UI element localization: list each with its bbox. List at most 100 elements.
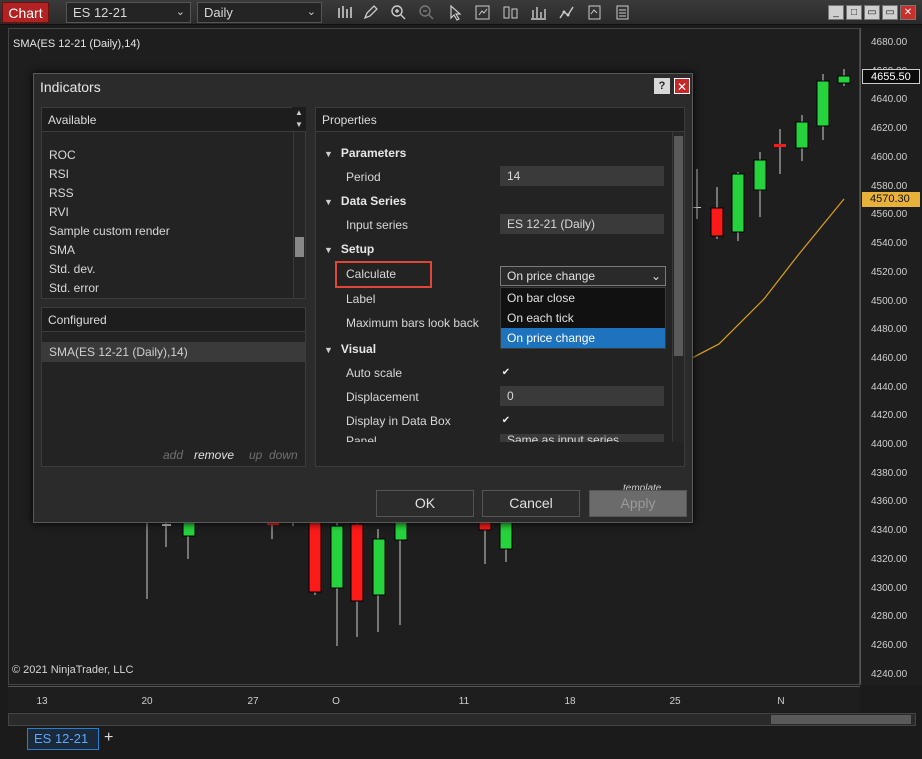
close-dialog-button[interactable]: ✕ bbox=[674, 78, 690, 94]
displacement-label: Displacement bbox=[346, 390, 419, 404]
period-input[interactable]: 14 bbox=[500, 166, 664, 186]
category-label: Setup bbox=[340, 242, 375, 256]
list-item[interactable]: Std. dev. bbox=[49, 262, 95, 276]
category-data-series[interactable]: ▼ Data Series bbox=[324, 194, 406, 208]
price-tick: 4440.00 bbox=[871, 382, 908, 393]
instrument-value: ES 12-21 bbox=[73, 5, 128, 20]
available-scrollbar[interactable] bbox=[293, 132, 305, 298]
drawing-tools-icon[interactable] bbox=[558, 4, 575, 21]
time-tick: 25 bbox=[669, 696, 681, 707]
scrollbar-thumb[interactable] bbox=[771, 715, 911, 724]
cancel-button[interactable]: Cancel bbox=[482, 490, 580, 517]
price-tick: 4520.00 bbox=[871, 267, 908, 278]
last-price-flag: 4655.50 bbox=[862, 69, 920, 84]
restore-button[interactable]: □ bbox=[846, 5, 862, 20]
time-tick: 18 bbox=[564, 696, 576, 707]
price-tick: 4280.00 bbox=[871, 611, 908, 622]
list-item[interactable]: Sample custom render bbox=[49, 224, 170, 238]
zoom-in-icon[interactable] bbox=[390, 4, 407, 21]
category-setup[interactable]: ▼ Setup bbox=[324, 242, 374, 256]
panel-row-clip: Panel Same as input series bbox=[316, 434, 672, 442]
price-tick: 4620.00 bbox=[871, 123, 908, 134]
indicators-icon[interactable] bbox=[502, 4, 519, 21]
calculate-dropdown[interactable]: On price change ⌄ bbox=[500, 266, 666, 286]
category-visual[interactable]: ▼ Visual bbox=[324, 342, 376, 356]
chart-menu-button[interactable]: Chart bbox=[2, 2, 49, 23]
configured-header: Configured bbox=[42, 308, 305, 332]
category-parameters[interactable]: ▼ Parameters bbox=[324, 146, 406, 160]
strategies-icon[interactable] bbox=[530, 4, 547, 21]
list-item[interactable]: Std. error bbox=[49, 281, 99, 295]
price-tick: 4640.00 bbox=[871, 94, 908, 105]
time-tick: 20 bbox=[141, 696, 153, 707]
price-tick: 4240.00 bbox=[871, 669, 908, 680]
maximize-button[interactable]: ▭ bbox=[864, 5, 880, 20]
up-link[interactable]: up bbox=[249, 448, 262, 462]
properties-header: Properties bbox=[316, 108, 684, 132]
display-data-box-checkbox[interactable]: ✔ bbox=[500, 415, 512, 427]
apply-button[interactable]: Apply bbox=[589, 490, 687, 517]
price-tick: 4360.00 bbox=[871, 496, 908, 507]
max-bars-label: Maximum bars look back bbox=[346, 316, 479, 330]
minimize-button[interactable]: _ bbox=[828, 5, 844, 20]
price-tick: 4680.00 bbox=[871, 37, 908, 48]
templates-icon[interactable] bbox=[614, 4, 631, 21]
option-on-bar-close[interactable]: On bar close bbox=[501, 288, 665, 308]
window-button[interactable]: ▭ bbox=[882, 5, 898, 20]
auto-scale-checkbox[interactable]: ✔ bbox=[500, 367, 512, 379]
category-label: Data Series bbox=[340, 194, 407, 208]
price-tick: 4560.00 bbox=[871, 209, 908, 220]
time-axis[interactable]: 13 20 27 O 11 18 25 N bbox=[8, 686, 860, 712]
option-on-each-tick[interactable]: On each tick bbox=[501, 308, 665, 328]
time-tick: 27 bbox=[247, 696, 259, 707]
zoom-out-icon[interactable] bbox=[418, 4, 435, 21]
list-item[interactable]: ROC bbox=[49, 148, 76, 162]
pencil-icon[interactable] bbox=[362, 4, 379, 21]
pointer-icon[interactable] bbox=[446, 4, 463, 21]
scrollbar-thumb[interactable] bbox=[295, 237, 304, 257]
list-item[interactable]: RSI bbox=[49, 167, 69, 181]
chart-horizontal-scrollbar[interactable] bbox=[8, 713, 916, 726]
chevron-down-icon: ⌄ bbox=[650, 269, 661, 283]
bar-chart-icon[interactable] bbox=[336, 4, 353, 21]
ok-button[interactable]: OK bbox=[376, 490, 474, 517]
price-axis[interactable]: 4680.00 4660.00 4640.00 4620.00 4600.00 … bbox=[860, 28, 922, 685]
price-tick: 4340.00 bbox=[871, 525, 908, 536]
add-tab-button[interactable]: + bbox=[104, 729, 113, 747]
instrument-selector[interactable]: ES 12-21 ⌄ bbox=[66, 2, 191, 23]
auto-scale-label: Auto scale bbox=[346, 366, 403, 380]
panel-label: Panel bbox=[346, 434, 377, 442]
interval-selector[interactable]: Daily ⌄ bbox=[197, 2, 322, 23]
properties-scrollbar[interactable] bbox=[672, 132, 684, 442]
time-tick: 11 bbox=[458, 696, 470, 707]
price-tick: 4500.00 bbox=[871, 296, 908, 307]
price-tick: 4580.00 bbox=[871, 181, 908, 192]
indicator-title: SMA(ES 12-21 (Daily),14) bbox=[13, 38, 141, 50]
option-on-price-change[interactable]: On price change bbox=[501, 328, 665, 348]
panel-select[interactable]: Same as input series bbox=[500, 434, 664, 442]
down-link[interactable]: down bbox=[269, 448, 298, 462]
price-tick: 4300.00 bbox=[871, 583, 908, 594]
tab-es-12-21[interactable]: ES 12-21 bbox=[27, 728, 99, 750]
remove-link[interactable]: remove bbox=[194, 448, 234, 462]
available-panel: Available i ROC RSI RSS RVI Sample custo… bbox=[41, 107, 306, 299]
help-button[interactable]: ? bbox=[654, 78, 670, 94]
scrollbar-thumb[interactable] bbox=[674, 136, 683, 356]
input-series-field[interactable]: ES 12-21 (Daily) bbox=[500, 214, 664, 234]
list-item[interactable]: RSS bbox=[49, 186, 74, 200]
add-link[interactable]: add bbox=[163, 448, 183, 462]
available-header-label: Available bbox=[48, 113, 97, 127]
list-item[interactable]: SMA bbox=[49, 243, 75, 257]
label-label: Label bbox=[346, 292, 376, 306]
properties-icon[interactable] bbox=[586, 4, 603, 21]
sort-arrows-icon[interactable]: ▲ ▼ bbox=[292, 107, 306, 131]
list-item[interactable]: RVI bbox=[49, 205, 69, 219]
category-label: Parameters bbox=[340, 146, 407, 160]
close-window-button[interactable]: ✕ bbox=[900, 5, 916, 20]
collapse-triangle-icon: ▼ bbox=[324, 149, 333, 159]
data-box-icon[interactable] bbox=[474, 4, 491, 21]
input-series-label: Input series bbox=[346, 218, 409, 232]
displacement-input[interactable]: 0 bbox=[500, 386, 664, 406]
configured-item-row[interactable]: SMA(ES 12-21 (Daily),14) bbox=[42, 342, 305, 362]
collapse-triangle-icon: ▼ bbox=[324, 197, 333, 207]
